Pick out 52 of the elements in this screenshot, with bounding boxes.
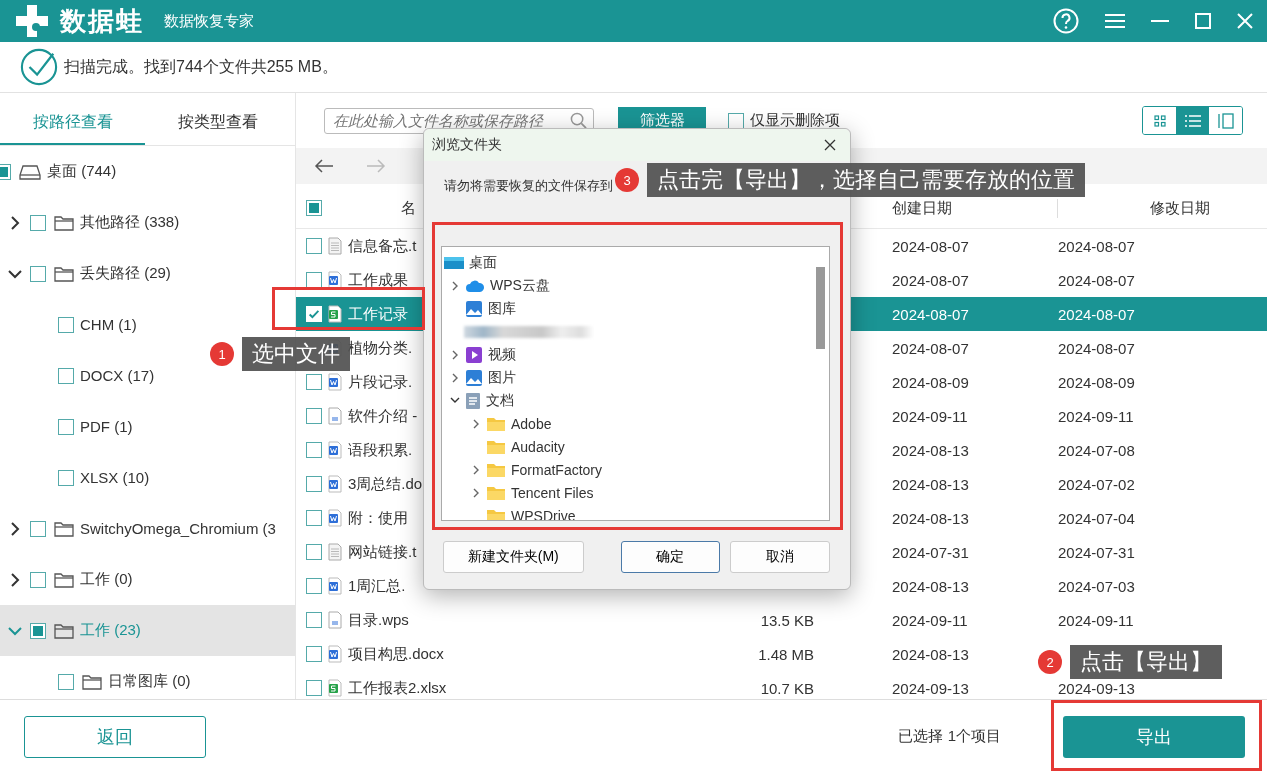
created-date: 2024-08-13 bbox=[892, 577, 969, 595]
modified-date: 2024-09-11 bbox=[1058, 611, 1134, 629]
app-logo: 数据蛙 bbox=[60, 4, 144, 38]
created-date: 2024-08-13 bbox=[892, 475, 969, 493]
created-date: 2024-08-13 bbox=[892, 645, 969, 663]
modified-date: 2024-07-08 bbox=[1058, 441, 1135, 459]
created-date: 2024-08-07 bbox=[892, 339, 969, 357]
modified-date: 2024-08-07 bbox=[1058, 339, 1135, 357]
modified-date: 2024-07-04 bbox=[1058, 509, 1135, 527]
modified-date: 2024-07-03 bbox=[1058, 577, 1135, 595]
file-name: 软件介绍 - bbox=[348, 406, 418, 426]
modified-date: 2024-09-13 bbox=[1058, 679, 1135, 697]
file-name: 目录.wps bbox=[348, 610, 409, 630]
created-date: 2024-08-07 bbox=[892, 237, 969, 255]
modified-date: 2024-09-11 bbox=[1058, 407, 1134, 425]
created-date: 2024-08-13 bbox=[892, 509, 969, 527]
file-name: 项目构思.docx bbox=[348, 644, 444, 664]
scan-status-text: 扫描完成。找到744个文件共255 MB。 bbox=[64, 56, 338, 77]
modified-date: 2024-07-02 bbox=[1058, 475, 1135, 493]
file-name: 工作成果 bbox=[348, 270, 408, 290]
file-name: 信息备忘.t bbox=[348, 236, 417, 256]
file-size: 13.5 KB bbox=[760, 611, 814, 629]
modified-date: 2024-08-07 bbox=[1058, 237, 1135, 255]
step-badge: 2 bbox=[1038, 650, 1062, 674]
selection-info: 已选择 1个项目 bbox=[898, 727, 1001, 746]
modified-date: 2024-07-31 bbox=[1058, 543, 1135, 561]
modified-date: 2024-08-09 bbox=[1058, 373, 1135, 391]
created-date: 2024-08-07 bbox=[892, 271, 969, 289]
modified-date: 2024-08-07 bbox=[1058, 305, 1135, 323]
file-name: 语段积累. bbox=[348, 440, 413, 460]
file-size: 10.7 KB bbox=[760, 679, 814, 697]
file-name: 1周汇总. bbox=[348, 576, 406, 596]
callout-text: 点击【导出】 bbox=[1070, 645, 1222, 679]
file-name: 附：使用 bbox=[348, 508, 408, 528]
created-date: 2024-08-07 bbox=[892, 305, 969, 323]
file-name: 3周总结.do bbox=[348, 474, 423, 494]
created-date: 2024-08-13 bbox=[892, 441, 969, 459]
file-size: 1.48 MB bbox=[758, 645, 814, 663]
created-date: 2024-09-11 bbox=[892, 611, 968, 629]
callout-text: 点击完【导出】，选择自己需要存放的位置 bbox=[647, 163, 1085, 197]
created-date: 2024-08-09 bbox=[892, 373, 969, 391]
file-name: 网站链接.t bbox=[348, 542, 417, 562]
created-date: 2024-09-13 bbox=[892, 679, 969, 697]
dialog-message: 请勿将需要恢复的文件保存到 bbox=[444, 177, 613, 195]
app-subtitle: 数据恢复专家 bbox=[164, 11, 254, 31]
created-date: 2024-07-31 bbox=[892, 543, 969, 561]
file-name: 工作报表2.xlsx bbox=[348, 678, 447, 698]
dialog-title: 浏览文件夹 bbox=[432, 136, 502, 154]
created-date: 2024-09-11 bbox=[892, 407, 968, 425]
modified-date: 2024-08-07 bbox=[1058, 271, 1135, 289]
file-name: 片段记录. bbox=[348, 372, 413, 392]
file-name: 工作记录 bbox=[348, 304, 408, 324]
